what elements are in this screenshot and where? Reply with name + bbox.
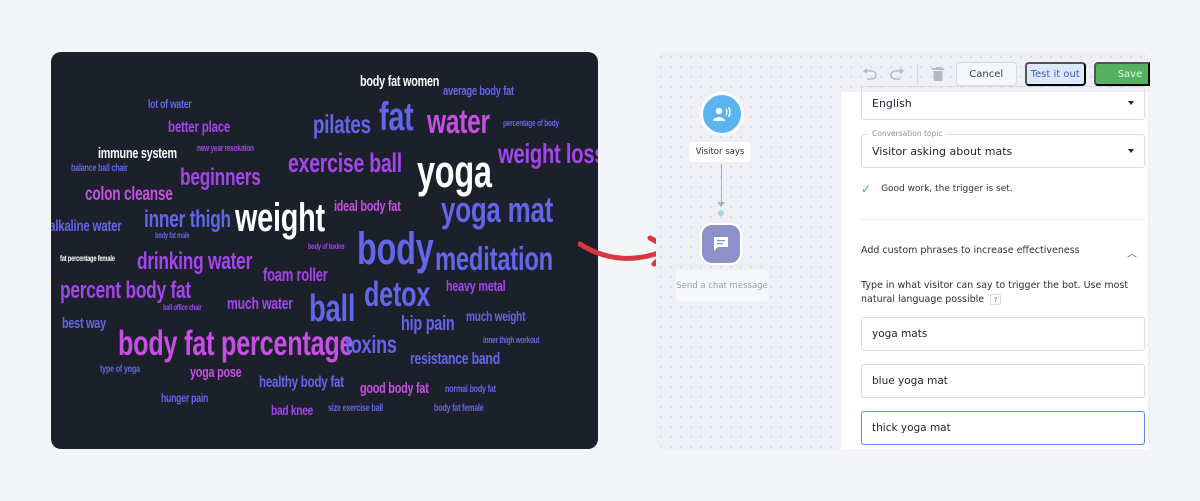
cloud-word: average body fat — [443, 83, 514, 98]
cloud-word: body fat male — [155, 231, 190, 240]
conversation-topic-select[interactable]: Conversation topic Visitor asking about … — [861, 129, 1145, 168]
phrase-input[interactable]: blue yoga mat — [861, 364, 1145, 398]
trigger-success-message: ✓ Good work, the trigger is set. — [861, 182, 1013, 196]
conversation-topic-label: Conversation topic — [868, 129, 947, 138]
cloud-word: weight loss — [498, 138, 598, 169]
cloud-word: meditation — [435, 240, 553, 277]
connector-arrowhead — [717, 202, 725, 207]
cloud-word: healthy body fat — [259, 374, 344, 391]
cloud-word: best way — [62, 315, 106, 332]
cloud-word: type of yoga — [100, 364, 140, 375]
section-divider — [861, 219, 1145, 220]
save-button[interactable]: Save — [1093, 62, 1150, 86]
send-chat-message-node[interactable] — [700, 223, 742, 265]
visitor-says-label: Visitor says — [689, 142, 751, 162]
help-icon[interactable]: ? — [990, 293, 1002, 305]
cloud-word: beginners — [180, 164, 261, 191]
cloud-word: resistance band — [410, 349, 500, 368]
test-it-out-button[interactable]: Test it out — [1024, 62, 1086, 86]
caret-down-icon — [1128, 101, 1134, 105]
conversation-topic-value: Visitor asking about mats — [872, 144, 1013, 158]
cloud-word: balance ball chair — [71, 163, 128, 174]
cloud-word: inner thigh — [144, 206, 231, 233]
phrase-input[interactable]: thick yoga mat — [861, 411, 1145, 445]
cloud-word: hip pain — [401, 313, 455, 335]
phrase-value: thick yoga mat — [872, 422, 951, 434]
success-text: Good work, the trigger is set. — [881, 184, 1013, 194]
word-cloud: body fat women average body fat lot of w… — [51, 52, 598, 449]
cancel-button[interactable]: Cancel — [955, 62, 1017, 86]
cloud-word: yoga pose — [190, 364, 242, 381]
cloud-word: hunger pain — [161, 391, 209, 405]
phrase-value: blue yoga mat — [872, 375, 948, 387]
cloud-word: yoga mat — [441, 189, 554, 230]
cloud-word: new year resolution — [197, 143, 254, 153]
cloud-word: drinking water — [137, 248, 253, 275]
caret-down-icon — [1128, 149, 1134, 153]
visitor-speaking-icon — [713, 106, 731, 121]
phrase-value: yoga mats — [872, 328, 928, 340]
chevron-up-icon[interactable]: ︿ — [1127, 245, 1137, 260]
language-select[interactable]: English — [861, 86, 1145, 120]
cloud-word: inner thigh workout — [483, 335, 540, 345]
cloud-word: heavy metal — [446, 278, 506, 295]
cloud-word: water — [427, 103, 490, 141]
cloud-word: colon cleanse — [85, 184, 173, 205]
custom-phrases-hint: Type in what visitor can say to trigger … — [861, 279, 1145, 307]
cloud-word: weight — [235, 196, 325, 240]
cloud-word: yoga — [417, 146, 492, 197]
toolbar-divider — [917, 63, 919, 85]
cloud-word: good body fat — [360, 380, 429, 397]
cloud-word: ideal body fat — [334, 198, 401, 215]
cloud-word: body fat female — [434, 403, 484, 414]
trigger-settings-panel: English Conversation topic Visitor askin… — [840, 86, 1148, 449]
cloud-word: percent body fat — [60, 277, 191, 304]
cloud-word: lot of water — [148, 97, 192, 111]
cloud-word: bad knee — [271, 402, 313, 418]
send-chat-message-label: Send a chat message — [676, 270, 768, 302]
cloud-word: foam roller — [263, 265, 328, 285]
cloud-word: fat — [379, 95, 414, 139]
chat-message-icon — [714, 237, 728, 251]
cloud-word: ball office chair — [163, 303, 202, 312]
cloud-word: percentage of body — [503, 118, 559, 128]
checkmark-icon: ✓ — [861, 182, 872, 196]
cloud-word: body fat women — [360, 73, 440, 90]
cloud-word: much weight — [466, 308, 526, 324]
redo-icon[interactable] — [888, 63, 908, 85]
cloud-word: fat percentage female — [60, 254, 115, 263]
cloud-word: toxins — [345, 331, 397, 359]
custom-phrases-section-toggle[interactable]: Add custom phrases to increase effective… — [861, 245, 1145, 260]
cloud-word: alkaline water — [51, 218, 122, 235]
cloud-word: much water — [227, 294, 293, 313]
undo-icon[interactable] — [860, 63, 880, 85]
flow-connector — [721, 164, 722, 206]
cloud-word: ball — [309, 288, 356, 330]
cloud-word: immune system — [98, 145, 177, 162]
cloud-word: pilates — [313, 109, 371, 139]
cloud-word: normal body fat — [445, 384, 496, 395]
cloud-word: better place — [168, 119, 231, 136]
visitor-says-node[interactable] — [700, 92, 744, 136]
connector-endpoint[interactable] — [718, 210, 724, 216]
cloud-word: body fat percentage — [118, 324, 354, 363]
phrase-input[interactable]: yoga mats — [861, 317, 1145, 351]
cloud-word: exercise ball — [288, 148, 402, 178]
language-value: English — [872, 96, 912, 110]
cloud-word: size exercise ball — [328, 403, 383, 414]
cloud-word: body — [357, 223, 434, 274]
custom-phrases-heading: Add custom phrases to increase effective… — [861, 245, 1080, 256]
cloud-word: body of toxins — [308, 242, 345, 251]
trash-icon[interactable] — [928, 63, 948, 85]
cloud-word: detox — [364, 275, 431, 314]
